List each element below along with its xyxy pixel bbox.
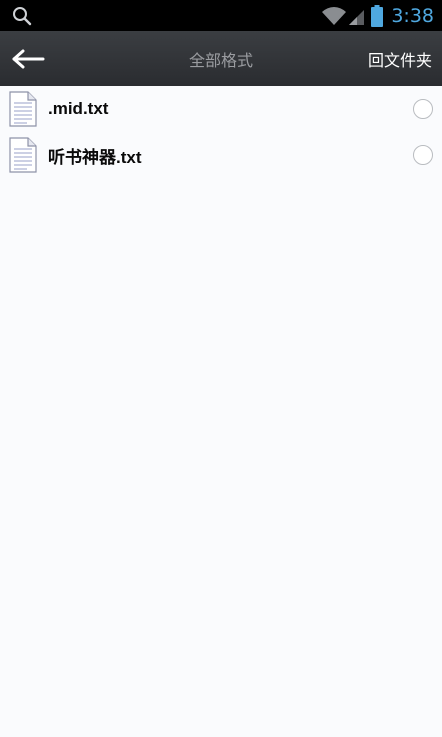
file-row[interactable]: 听书神器.txt <box>0 132 442 178</box>
toolbar: 全部格式 回文件夹 <box>0 31 442 86</box>
back-to-folder-button[interactable]: 回文件夹 <box>368 31 442 86</box>
file-select-radio[interactable] <box>413 145 433 165</box>
file-list: .mid.txt 听书神器.txt <box>0 86 442 178</box>
signal-icon <box>349 6 365 26</box>
search-icon[interactable] <box>12 6 32 26</box>
status-bar: 3:38 <box>0 0 442 31</box>
text-file-icon <box>8 136 38 174</box>
battery-icon <box>371 4 384 27</box>
back-arrow-icon <box>11 49 45 69</box>
file-row[interactable]: .mid.txt <box>0 86 442 132</box>
text-file-icon <box>8 90 38 128</box>
back-button[interactable] <box>0 31 56 86</box>
clock: 3:38 <box>391 4 434 27</box>
file-select-radio[interactable] <box>413 99 433 119</box>
wifi-icon <box>321 6 347 26</box>
file-name: 听书神器.txt <box>48 147 142 167</box>
file-name: .mid.txt <box>48 99 109 118</box>
